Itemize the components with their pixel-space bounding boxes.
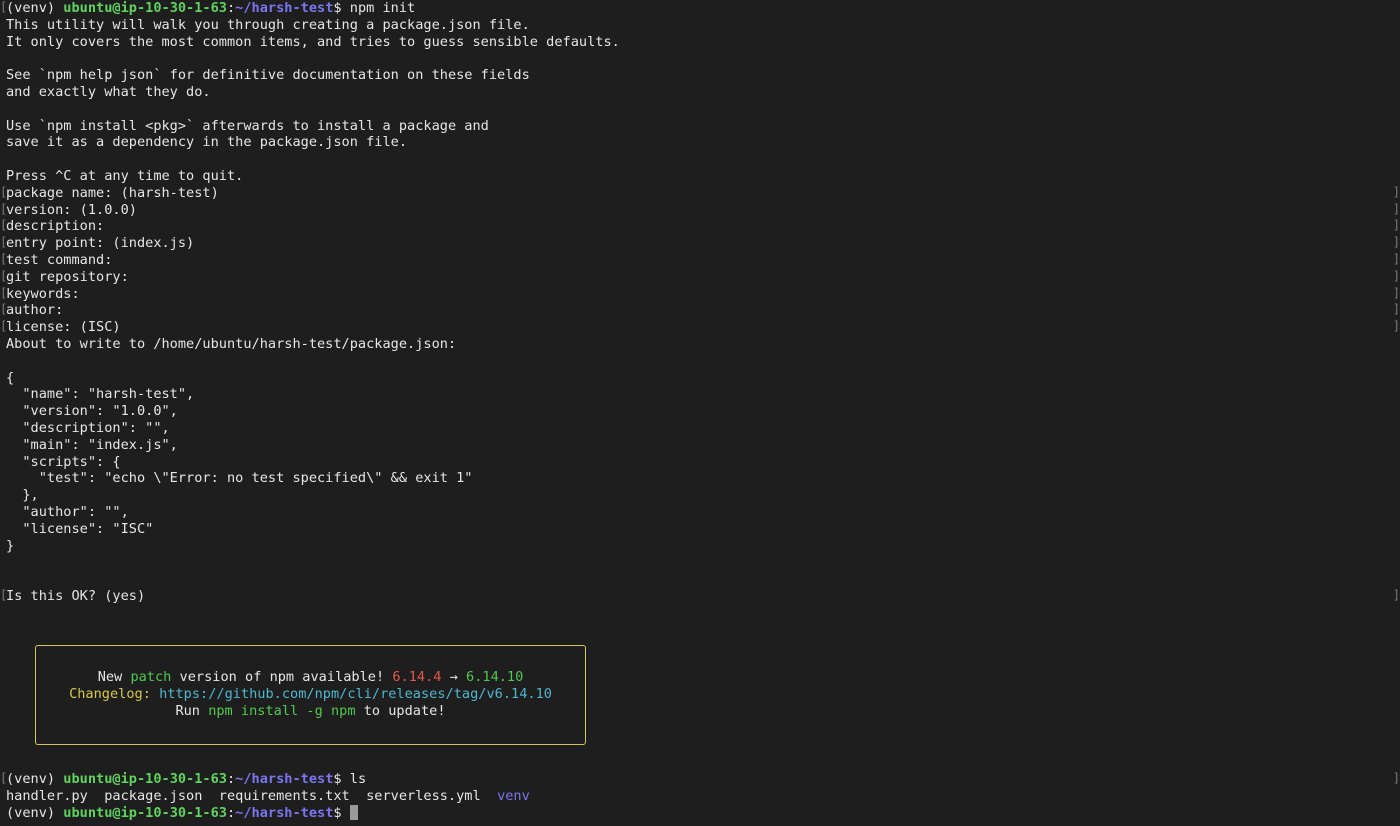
line-marker-right: ] xyxy=(1392,184,1400,199)
update-notice-line: New patch version of npm available! 6.14… xyxy=(36,669,585,686)
output-line: and exactly what they do. xyxy=(6,84,211,100)
arrow-icon: → xyxy=(441,669,467,685)
question-line: version: (1.0.0) xyxy=(6,201,137,218)
output-line: save it as a dependency in the package.j… xyxy=(6,134,408,151)
line-marker-right: ] xyxy=(1392,771,1400,785)
notice-text: to update! xyxy=(355,702,446,719)
line-marker-right: ] xyxy=(1392,252,1400,266)
ls-output-line: handler.py package.json requirements.txt… xyxy=(6,788,530,805)
directory-name: venv xyxy=(497,787,530,804)
changelog-line: Changelog: https://github.com/npm/cli/re… xyxy=(36,686,585,703)
output-line: See `npm help json` for definitive docum… xyxy=(6,67,530,84)
prompt-line: (venv) ubuntu@ip-10-30-1-63:~/harsh-test… xyxy=(6,771,366,788)
question-line: description: xyxy=(6,218,105,235)
notice-text: Run xyxy=(175,702,209,719)
question-line: git repository: xyxy=(6,268,129,285)
json-line: "license": "ISC" xyxy=(6,520,154,537)
question-line: keywords: xyxy=(6,285,80,302)
line-marker-right: ] xyxy=(1392,201,1400,216)
terminal-window[interactable]: [ (venv) ubuntu@ip-10-30-1-63:~/harsh-te… xyxy=(0,0,1400,826)
json-line: "description": "", xyxy=(6,420,170,436)
prompt-symbol: $ xyxy=(333,804,350,821)
output-line: About to write to /home/ubuntu/harsh-tes… xyxy=(6,336,457,352)
question-line: license: (ISC) xyxy=(6,319,121,336)
venv-indicator: (venv) xyxy=(6,804,64,821)
active-prompt-line[interactable]: (venv) ubuntu@ip-10-30-1-63:~/harsh-test… xyxy=(6,804,358,822)
line-marker-right: ] xyxy=(1392,319,1400,334)
run-update-line: Run npm install -g npm to update! xyxy=(36,703,585,720)
question-line: package name: (harsh-test) xyxy=(6,184,219,201)
output-line: Press ^C at any time to quit. xyxy=(6,168,244,184)
line-marker-right: ] xyxy=(1392,268,1400,283)
output-line: Use `npm install <pkg>` afterwards to in… xyxy=(6,117,489,134)
update-command: npm install -g npm xyxy=(208,702,356,719)
line-marker-right: ] xyxy=(1392,285,1400,300)
changelog-link[interactable]: https://github.com/npm/cli/releases/tag/… xyxy=(159,686,552,702)
prompt-symbol: $ xyxy=(333,771,350,787)
venv-indicator: (venv) xyxy=(6,0,64,16)
line-marker-right: ] xyxy=(1392,235,1400,250)
update-type: patch xyxy=(130,669,172,685)
current-path: ~/harsh-test xyxy=(235,771,334,787)
question-line: test command: xyxy=(6,252,113,268)
prompt-colon: : xyxy=(226,804,236,821)
json-line: "author": "", xyxy=(6,504,129,520)
json-line: "test": "echo \"Error: no test specified… xyxy=(6,470,473,487)
line-marker-right: ] xyxy=(1392,302,1400,317)
prompt-colon: : xyxy=(226,0,236,16)
current-path: ~/harsh-test xyxy=(235,804,334,821)
command-text: ls xyxy=(349,771,367,787)
json-line: "version": "1.0.0", xyxy=(6,403,178,420)
changelog-label: Changelog: xyxy=(69,685,160,702)
notice-text: version of npm available! xyxy=(171,669,393,685)
line-marker-right: ] xyxy=(1392,218,1400,233)
json-line: }, xyxy=(6,487,39,504)
file-list: handler.py package.json requirements.txt… xyxy=(6,787,498,804)
output-line: This utility will walk you through creat… xyxy=(6,16,530,33)
notice-text: New xyxy=(97,669,131,685)
command-text: npm init xyxy=(349,0,416,16)
json-line: "main": "index.js", xyxy=(6,436,178,453)
text-cursor xyxy=(349,804,358,820)
question-line: author: xyxy=(6,302,64,319)
venv-indicator: (venv) xyxy=(6,771,64,787)
json-line: "scripts": { xyxy=(6,453,121,470)
new-version: 6.14.10 xyxy=(466,669,524,685)
json-line: } xyxy=(6,537,15,554)
json-line: "name": "harsh-test", xyxy=(6,386,195,403)
question-line: entry point: (index.js) xyxy=(6,235,195,252)
npm-update-notice-box: New patch version of npm available! 6.14… xyxy=(35,645,586,745)
old-version: 6.14.4 xyxy=(392,669,442,685)
prompt-symbol: $ xyxy=(333,0,350,16)
prompt-colon: : xyxy=(226,771,236,787)
prompt-line: (venv) ubuntu@ip-10-30-1-63:~/harsh-test… xyxy=(6,0,415,17)
user-host: ubuntu@ip-10-30-1-63 xyxy=(63,804,227,821)
line-marker-right: ] xyxy=(1392,588,1400,602)
json-line: { xyxy=(6,369,15,386)
output-line: It only covers the most common items, an… xyxy=(6,33,620,50)
user-host: ubuntu@ip-10-30-1-63 xyxy=(63,771,227,787)
current-path: ~/harsh-test xyxy=(235,0,334,16)
user-host: ubuntu@ip-10-30-1-63 xyxy=(63,0,227,16)
confirm-prompt: Is this OK? (yes) xyxy=(6,588,146,604)
